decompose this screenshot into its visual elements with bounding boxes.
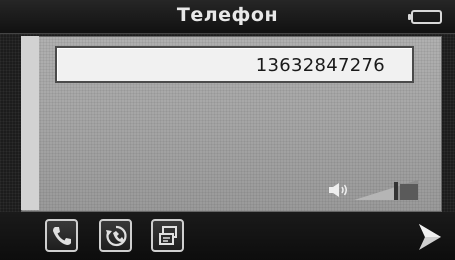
title-bar: Телефон: [0, 0, 455, 34]
volume-control[interactable]: [328, 180, 418, 200]
arrow-right-icon[interactable]: [415, 222, 445, 252]
panel-side-strip: [21, 36, 39, 210]
phone-screen: Телефон 13632847276: [0, 0, 455, 260]
phone-number-field[interactable]: 13632847276: [55, 46, 414, 83]
speaker-icon: [329, 183, 347, 197]
page-title: Телефон: [176, 4, 279, 26]
battery-icon: [408, 10, 442, 24]
contacts-icon: [158, 225, 177, 245]
recent-calls-button[interactable]: [99, 219, 132, 252]
call-button[interactable]: [45, 219, 78, 252]
recent-calls-icon: [105, 225, 127, 246]
phone-number-text: 13632847276: [255, 55, 385, 76]
phone-handset-icon: [52, 226, 71, 245]
volume-level-icon[interactable]: [354, 180, 418, 200]
contacts-button[interactable]: [151, 219, 184, 252]
